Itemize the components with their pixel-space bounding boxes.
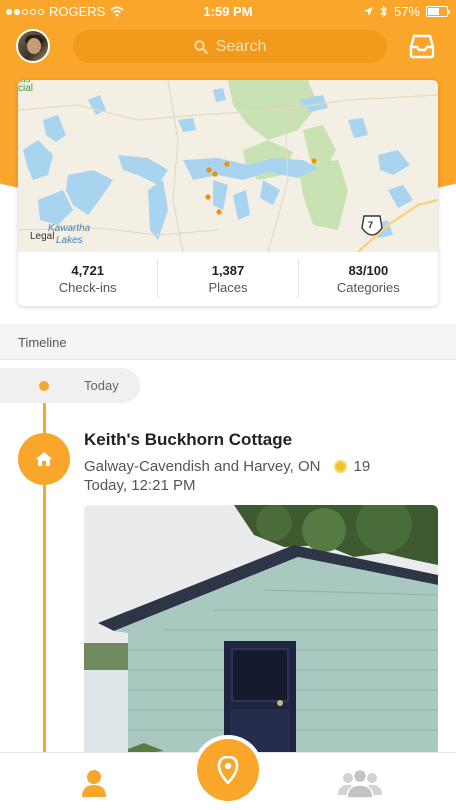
timeline-header: Timeline [0, 324, 456, 360]
status-right-group: 57% [363, 4, 450, 19]
map-legal-link[interactable]: Legal [30, 231, 54, 242]
stat-value: 4,721 [71, 263, 104, 278]
checkin-time: Today, 12:21 PM [84, 477, 196, 494]
stat-label: Check-ins [58, 280, 117, 295]
check-in-map[interactable]: 7 us cial Kawartha Lakes Legal [18, 80, 438, 253]
home-icon[interactable] [18, 433, 70, 485]
user-avatar[interactable] [16, 29, 50, 63]
timeline-title: Timeline [18, 335, 67, 350]
checkin-photo[interactable] [84, 505, 438, 755]
bluetooth-icon [380, 5, 387, 18]
checkin-location-row: Galway-Cavendish and Harvey, ON 19 [84, 458, 370, 475]
battery-percent: 57% [393, 4, 420, 19]
coin-count: 19 [353, 458, 371, 475]
app-screen: ROGERS 1:59 PM 57% Search 7 cial Kawarth… [0, 0, 456, 810]
friends-icon[interactable] [336, 767, 384, 799]
search-placeholder: Search [215, 37, 267, 55]
inbox-tray-icon[interactable] [409, 33, 435, 59]
stat-checkins[interactable]: 4,721 Check-ins [18, 260, 159, 298]
day-label: Today [84, 378, 119, 393]
map-fragment-2: cial [18, 83, 34, 94]
map-card[interactable]: 7 us cial Kawartha Lakes Legal 4,721 Che… [18, 80, 438, 306]
day-separator: Today [0, 368, 140, 403]
stat-value: 1,387 [211, 263, 245, 278]
map-lake-label-line2: Lakes [56, 235, 83, 246]
profile-icon[interactable] [78, 767, 110, 799]
search-bar[interactable]: Search [73, 30, 387, 63]
stat-label: Places [208, 280, 248, 295]
checkin-button[interactable] [193, 735, 263, 805]
location-arrow-icon [363, 7, 373, 16]
stats-row: 4,721 Check-ins 1,387 Places 83/100 Cate… [18, 252, 438, 306]
coin-icon [334, 460, 348, 473]
timeline-dot [39, 381, 49, 391]
location-pin-icon [217, 756, 239, 784]
search-icon [193, 39, 208, 54]
stat-label: Categories [336, 280, 400, 295]
checkin-title[interactable]: Keith's Buckhorn Cottage [84, 430, 292, 450]
stat-value: 83/100 [348, 263, 389, 278]
status-bar: ROGERS 1:59 PM 57% [0, 0, 456, 24]
stat-places[interactable]: 1,387 Places [158, 260, 299, 298]
map-highway-label: 7 [368, 220, 374, 230]
battery-icon [426, 6, 450, 17]
stat-categories[interactable]: 83/100 Categories [299, 260, 438, 298]
checkin-location: Galway-Cavendish and Harvey, ON [84, 458, 321, 475]
